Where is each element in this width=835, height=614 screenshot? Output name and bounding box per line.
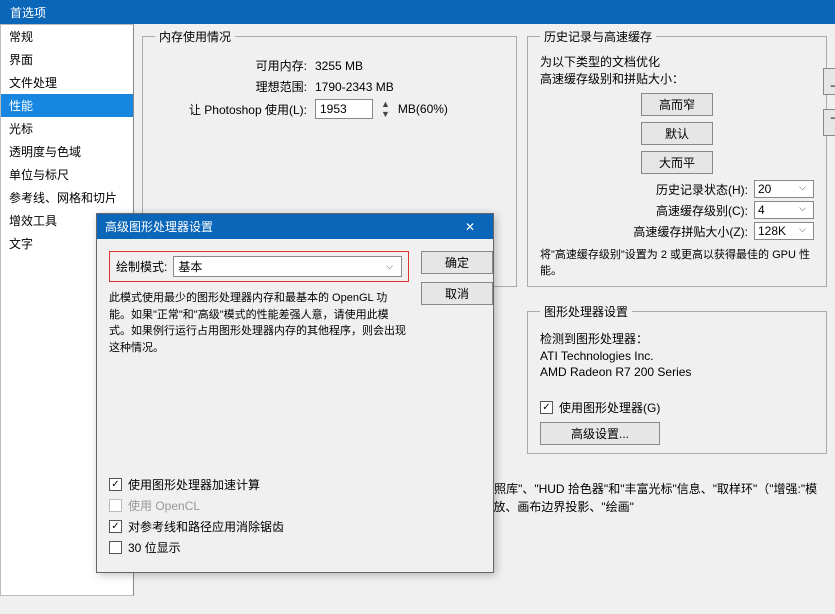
sidebar-item-filehandling[interactable]: 文件处理 bbox=[1, 71, 133, 94]
30bit-checkbox[interactable] bbox=[109, 541, 122, 554]
close-icon[interactable]: ✕ bbox=[455, 220, 485, 234]
sidebar-item-interface[interactable]: 界面 bbox=[1, 48, 133, 71]
accel-checkbox[interactable] bbox=[109, 478, 122, 491]
next-button[interactable]: 下 bbox=[823, 109, 835, 136]
stepper-up-icon[interactable]: ▲ bbox=[377, 99, 394, 109]
opt-label1: 为以下类型的文档优化 bbox=[540, 53, 814, 70]
prev-button[interactable]: 上 bbox=[823, 68, 835, 95]
opt-label2: 高速缓存级别和拼贴大小： bbox=[540, 70, 814, 87]
drawing-mode-label: 绘制模式: bbox=[116, 258, 167, 275]
sidebar-item-guides[interactable]: 参考线、网格和切片 bbox=[1, 186, 133, 209]
mode-description: 此模式使用最少的图形处理器内存和最基本的 OpenGL 功能。如果"正常"和"高… bbox=[109, 290, 409, 356]
cache-note: 将"高速缓存级别"设置为 2 或更高以获得最佳的 GPU 性能。 bbox=[540, 246, 814, 278]
30bit-label: 30 位显示 bbox=[128, 539, 181, 556]
default-button[interactable]: 默认 bbox=[641, 122, 713, 145]
dialog-title: 高级图形处理器设置 bbox=[105, 218, 213, 235]
ok-button[interactable]: 确定 bbox=[421, 251, 493, 274]
stepper-down-icon[interactable]: ▼ bbox=[377, 109, 394, 119]
gpu-settings-group: 图形处理器设置 检测到图形处理器： ATI Technologies Inc. … bbox=[527, 303, 827, 454]
chevron-down-icon: ⌵ bbox=[382, 261, 397, 272]
cache-level-input[interactable]: 4⌵ bbox=[754, 201, 814, 219]
window-title: 首选项 bbox=[10, 6, 46, 20]
gpu-device: AMD Radeon R7 200 Series bbox=[540, 365, 814, 379]
advanced-settings-button[interactable]: 高级设置... bbox=[540, 422, 660, 445]
antialias-label: 对参考线和路径应用消除锯齿 bbox=[128, 518, 284, 535]
history-cache-group: 历史记录与高速缓存 为以下类型的文档优化 高速缓存级别和拼贴大小： 高而窄 默认… bbox=[527, 28, 827, 287]
ps-use-unit: MB(60%) bbox=[398, 102, 448, 116]
use-gpu-checkbox[interactable] bbox=[540, 401, 553, 414]
advanced-gpu-dialog: 高级图形处理器设置 ✕ 绘制模式: 基本 ⌵ 此模式使用最少的图形处理器内存和最… bbox=[96, 213, 494, 573]
cache-level-label: 高速缓存级别(C): bbox=[540, 202, 754, 219]
tall-thin-button[interactable]: 高而窄 bbox=[641, 93, 713, 116]
gpu-detected-label: 检测到图形处理器： bbox=[540, 330, 814, 347]
sidebar-item-general[interactable]: 常规 bbox=[1, 25, 133, 48]
history-states-label: 历史记录状态(H): bbox=[540, 181, 754, 198]
big-flat-button[interactable]: 大而平 bbox=[641, 151, 713, 174]
history-states-input[interactable]: 20⌵ bbox=[754, 180, 814, 198]
ps-use-input[interactable] bbox=[315, 99, 373, 119]
drawing-mode-select[interactable]: 基本 ⌵ bbox=[173, 256, 402, 277]
opencl-label: 使用 OpenCL bbox=[128, 497, 200, 514]
tile-size-input[interactable]: 128K⌵ bbox=[754, 222, 814, 240]
memory-legend: 内存使用情况 bbox=[155, 28, 235, 45]
sidebar-item-units[interactable]: 单位与标尺 bbox=[1, 163, 133, 186]
use-gpu-label: 使用图形处理器(G) bbox=[559, 399, 660, 416]
drawing-mode-row: 绘制模式: 基本 ⌵ bbox=[109, 251, 409, 282]
window-titlebar: 首选项 bbox=[0, 0, 835, 24]
tile-size-label: 高速缓存拼贴大小(Z): bbox=[540, 223, 754, 240]
sidebar-item-performance[interactable]: 性能 bbox=[1, 94, 133, 117]
available-mem-value: 3255 MB bbox=[315, 59, 363, 73]
chevron-down-icon: ⌵ bbox=[795, 182, 810, 196]
accel-label: 使用图形处理器加速计算 bbox=[128, 476, 260, 493]
ps-use-label: 让 Photoshop 使用(L): bbox=[155, 101, 315, 118]
sidebar-item-transparency[interactable]: 透明度与色域 bbox=[1, 140, 133, 163]
antialias-checkbox[interactable] bbox=[109, 520, 122, 533]
chevron-down-icon: ⌵ bbox=[795, 203, 810, 217]
history-legend: 历史记录与高速缓存 bbox=[540, 28, 656, 45]
dialog-titlebar[interactable]: 高级图形处理器设置 ✕ bbox=[97, 214, 493, 239]
opencl-checkbox bbox=[109, 499, 122, 512]
sidebar-item-cursors[interactable]: 光标 bbox=[1, 117, 133, 140]
ideal-range-label: 理想范围: bbox=[155, 78, 315, 95]
cancel-button[interactable]: 取消 bbox=[421, 282, 493, 305]
ideal-range-value: 1790-2343 MB bbox=[315, 80, 394, 94]
chevron-down-icon: ⌵ bbox=[795, 224, 810, 238]
available-mem-label: 可用内存: bbox=[155, 57, 315, 74]
gpu-vendor: ATI Technologies Inc. bbox=[540, 349, 814, 363]
gpu-legend: 图形处理器设置 bbox=[540, 303, 632, 320]
